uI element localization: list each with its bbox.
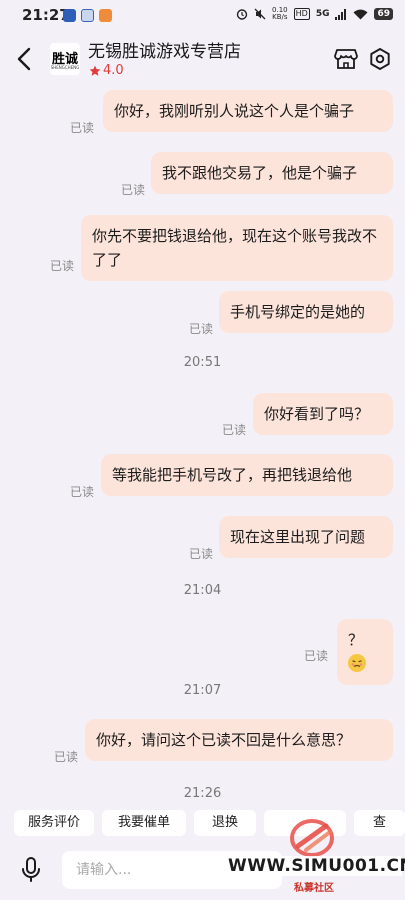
back-arrow-icon — [17, 47, 31, 71]
message-bubble[interactable]: 现在这里出现了问题 — [219, 516, 393, 558]
wifi-icon — [353, 9, 368, 19]
read-status: 已读 — [70, 121, 95, 135]
shop-logo[interactable]: 胜诚 SHENGCHENG — [50, 43, 80, 75]
store-button[interactable] — [334, 48, 358, 70]
message-bubble[interactable]: 你好，请问这个已读不回是什么意思？ — [85, 719, 393, 761]
microphone-icon — [22, 857, 40, 882]
message-bubble[interactable]: 手机号绑定的是她的 — [219, 291, 393, 333]
read-status: 已读 — [222, 423, 247, 437]
voice-input-button[interactable] — [18, 856, 44, 884]
timestamp-separator: 21:07 — [183, 683, 222, 698]
quick-action-chip[interactable] — [264, 810, 346, 836]
network-speed: 0.10 KB/s — [272, 7, 288, 21]
app-notification-icon — [63, 9, 76, 22]
status-bar: 21:27 0.10 KB/s HD 5G 69 — [0, 0, 405, 30]
quick-action-urge-order[interactable]: 我要催单 — [102, 810, 186, 836]
shop-name[interactable]: 无锡胜诚游戏专营店 — [88, 37, 241, 62]
battery-icon: 69 — [374, 8, 393, 20]
read-status: 已读 — [70, 485, 95, 499]
mute-icon — [254, 8, 266, 20]
settings-button[interactable] — [368, 47, 392, 71]
message-bubble[interactable]: 你好，我刚听别人说这个人是个骗子 — [103, 90, 393, 132]
signal-icon — [335, 8, 347, 20]
network-speed-unit: KB/s — [272, 13, 288, 21]
message-bubble[interactable]: 你好看到了吗？ — [253, 393, 393, 435]
message-bubble[interactable]: 我不跟他交易了，他是个骗子 — [151, 152, 393, 194]
quick-action-service-review[interactable]: 服务评价 — [14, 810, 94, 836]
read-status: 已读 — [121, 183, 146, 197]
message-bubble[interactable]: 你先不要把钱退给他，现在这个账号我改不了了 — [81, 215, 393, 281]
network-type: 5G — [315, 9, 330, 19]
message-text: ？ — [348, 631, 364, 649]
woozy-face-emoji-icon — [348, 654, 366, 672]
read-status: 已读 — [304, 649, 329, 663]
message-input[interactable] — [62, 851, 282, 889]
app-notification-icon — [81, 9, 94, 22]
status-indicators: 0.10 KB/s HD 5G 69 — [236, 7, 393, 21]
quick-actions-bar: 服务评价 我要催单 退换 查 — [0, 804, 405, 842]
quick-action-chip[interactable]: 查 — [354, 810, 405, 836]
rating-value: 4.0 — [103, 63, 124, 78]
timestamp-separator: 20:51 — [183, 355, 222, 370]
read-status: 已读 — [54, 750, 79, 764]
timestamp-separator: 21:26 — [183, 786, 222, 800]
input-bar — [0, 846, 405, 894]
read-status: 已读 — [189, 322, 214, 336]
timestamp-separator: 21:04 — [183, 583, 222, 598]
star-icon — [89, 65, 101, 76]
read-status: 已读 — [189, 547, 214, 561]
store-icon — [334, 49, 358, 69]
message-bubble[interactable]: ？ — [337, 619, 393, 685]
shop-logo-subtext: SHENGCHENG — [50, 65, 80, 70]
read-status: 已读 — [50, 259, 75, 273]
message-bubble[interactable]: 等我能把手机号改了，再把钱退给他 — [101, 454, 393, 496]
alarm-icon — [236, 9, 248, 20]
back-button[interactable] — [12, 44, 38, 74]
hd-badge: HD — [293, 8, 310, 20]
shop-rating: 4.0 — [89, 63, 124, 78]
app-notification-icon — [99, 9, 112, 22]
chat-header: 胜诚 SHENGCHENG 无锡胜诚游戏专营店 4.0 — [0, 30, 405, 88]
chat-message-list[interactable]: 你好，我刚听别人说这个人是个骗子 已读 我不跟他交易了，他是个骗子 已读 你先不… — [0, 88, 405, 800]
settings-icon — [370, 48, 390, 70]
quick-action-return-exchange[interactable]: 退换 — [194, 810, 256, 836]
